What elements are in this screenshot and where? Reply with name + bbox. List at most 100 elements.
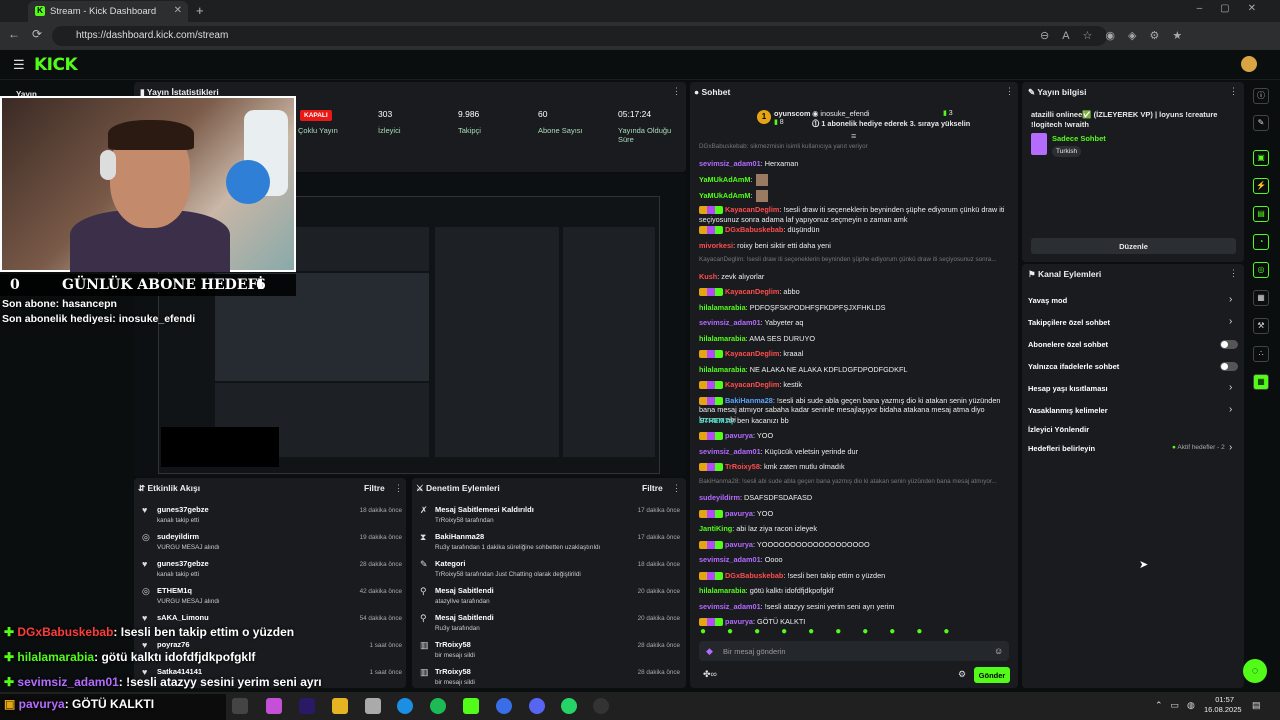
task-view-icon[interactable] [232, 698, 248, 714]
chat-message[interactable]: YaMUkAdAmM: [699, 174, 768, 186]
send-button[interactable]: Gönder [974, 667, 1010, 683]
chat-message[interactable]: DGxBabuskebab: sikmezmisin isimli kullan… [699, 143, 868, 150]
chat-message[interactable]: pavurya: GÖTÜ KALKTI [699, 617, 805, 627]
chat-username[interactable]: pavurya [725, 540, 753, 549]
category-name[interactable]: Sadece Sohbet [1052, 134, 1106, 143]
chat-message[interactable]: DGxBabuskebab: !sesli ben takip ettim o … [699, 571, 885, 580]
modlog-item[interactable]: Kategori TrRoixy58 tarafından Just Chatti… [435, 559, 605, 578]
chat-message[interactable]: ETHEM1q: ben kacanızı bb [699, 416, 789, 425]
edge-icon[interactable] [397, 698, 413, 714]
chat-message[interactable]: sudeyildirm: DSAFSDFSDAFASD [699, 493, 812, 502]
chat-username[interactable]: ETHEM1q [699, 416, 733, 425]
modlog-item[interactable]: BakiHanma28 Ru3y tarafından 1 dakika süre… [435, 532, 605, 551]
chat-username[interactable]: YaMUkAdAmM [699, 190, 751, 199]
chevron-right-icon[interactable]: › [1229, 442, 1232, 453]
activity-item[interactable]: ETHEM1q VURGU MESAJ alındı [157, 586, 220, 605]
expand-icon[interactable]: ≡ [851, 131, 856, 141]
bolt-icon[interactable]: ⚡ [1253, 178, 1269, 194]
chat-username[interactable]: BakiHanma28 [725, 396, 773, 405]
clipboard-icon[interactable]: ▤ [1253, 206, 1269, 222]
chat-username[interactable]: pavurya [725, 509, 753, 518]
chat-input[interactable]: Bir mesaj gönderin [699, 641, 1009, 661]
copilot-icon[interactable] [266, 698, 282, 714]
chat-username[interactable]: KayacanDeglim [725, 287, 779, 296]
chat-username[interactable]: sevimsiz_adam01 [699, 602, 761, 611]
chat-username[interactable]: KayacanDeglim [725, 380, 779, 389]
chat-message[interactable]: sevimsiz_adam01: Küçücük veletsin yerind… [699, 447, 858, 456]
activity-filter-button[interactable]: Filtre [364, 483, 385, 493]
stream-info-menu-icon[interactable]: ⋮ [1229, 86, 1238, 97]
stats-menu-icon[interactable]: ⋮ [672, 86, 681, 97]
obs-icon[interactable] [593, 698, 609, 714]
chat-username[interactable]: Kush [699, 272, 717, 281]
camera-icon[interactable]: ▣ [1253, 150, 1269, 166]
pencil-icon[interactable]: ✎ [1253, 115, 1269, 131]
chat-username[interactable]: sevimsiz_adam01 [699, 159, 761, 168]
chat-username[interactable]: sevimsiz_adam01 [699, 555, 761, 564]
channel-action-item[interactable]: Hedefleri belirleyin [1028, 444, 1095, 453]
chat-message[interactable]: hilalamarabia: PDFOŞFSKPODHFŞFKDPFŞJXFHK… [699, 303, 886, 312]
chevron-right-icon[interactable]: › [1229, 382, 1232, 393]
chat-username[interactable]: sudeyildirm [699, 493, 740, 502]
chat-message[interactable]: pavurya: YOO [699, 509, 773, 518]
broadcast-icon[interactable]: ◎ [1253, 262, 1269, 278]
grid-icon[interactable]: ▦ [1253, 374, 1269, 390]
browser-tab[interactable]: K Stream - Kick Dashboard ✕ [28, 1, 188, 22]
app-icon-2[interactable] [496, 698, 512, 714]
pinned-user[interactable]: oyunscom [774, 109, 811, 118]
discord-icon[interactable] [529, 698, 545, 714]
menu-icon[interactable]: ☰ [13, 57, 25, 73]
chat-username[interactable]: KayacanDeglim [725, 349, 779, 358]
chat-settings-icon[interactable]: ⚙ [958, 669, 966, 680]
chat-username[interactable]: hilalamarabia [699, 365, 746, 374]
chat-username[interactable]: sevimsiz_adam01 [699, 318, 761, 327]
modlog-item[interactable]: Mesaj Sabitlendi atazyllve tarafından [435, 586, 605, 605]
chat-username[interactable]: hilalamarabia [699, 334, 746, 343]
chat-username[interactable]: pavurya [725, 431, 753, 440]
app-icon[interactable] [365, 698, 381, 714]
new-tab-icon[interactable]: + [196, 3, 204, 18]
modlog-item[interactable]: Mesaj Sabitlendi Ru3y tarafından [435, 613, 605, 632]
spotify-icon[interactable] [430, 698, 446, 714]
activity-item[interactable]: sudeyildirm VURGU MESAJ alındı [157, 532, 220, 551]
premiere-icon[interactable] [299, 698, 315, 714]
chat-message[interactable]: hilalamarabia: AMA SES DURUYO [699, 334, 815, 343]
modlog-item[interactable]: TrRoixy58 bir mesajı sildi [435, 640, 605, 659]
avatar[interactable] [1241, 56, 1257, 72]
emote-picker-icon[interactable]: ◆ [706, 646, 713, 657]
chat-tools-icon[interactable]: ✤∞ [703, 669, 717, 680]
layout-icon[interactable]: ▦ [1253, 290, 1269, 306]
chat-username[interactable]: hilalamarabia [699, 303, 746, 312]
chat-message[interactable]: sevimsiz_adam01: Herxaman [699, 159, 798, 168]
nav-buttons[interactable]: ←⟳ [8, 27, 54, 41]
chat-menu-icon[interactable]: ⋮ [1005, 86, 1014, 97]
chat-message[interactable]: DGxBabuskebab: düşündün [699, 225, 820, 235]
support-chat-icon[interactable]: ◌ [1243, 659, 1267, 683]
chat-message[interactable]: KayacanDeglim: abbo [699, 287, 800, 297]
activity-menu-icon[interactable]: ⋮ [394, 483, 403, 494]
chat-message[interactable]: TrRoixy58: kmk zaten mutlu olmadık [699, 462, 845, 472]
channel-action-item[interactable]: Yavaş mod [1028, 296, 1067, 305]
chat-message[interactable]: KayacanDeglim: kestik [699, 380, 802, 390]
chat-username[interactable]: TrRoixy58 [725, 462, 760, 471]
modlog-item[interactable]: TrRoixy58 bir mesajı sildi [435, 667, 605, 686]
chat-message[interactable]: hilalamarabia: NE ALAKA NE ALAKA KDFLDGF… [699, 365, 907, 374]
whatsapp-icon[interactable] [561, 698, 577, 714]
chat-message[interactable]: hilalamarabia: götü kalktı idofdfjdkpofg… [699, 586, 834, 595]
modlog-item[interactable]: Mesaj Sabitlemesi Kaldırıldı TrRoixy58 ta… [435, 505, 605, 524]
chat-message[interactable]: sevimsiz_adam01: Oooo [699, 555, 783, 564]
emote-bar[interactable]: ●●●●●●●●●● [700, 626, 970, 637]
chat-username[interactable]: DGxBabuskebab [725, 225, 783, 234]
browser-toolbar-icons[interactable]: ⊖A☆◉◈⚙★ [1040, 29, 1195, 42]
chat-message[interactable]: sevimsiz_adam01: Yabyeter aq [699, 318, 803, 327]
chat-username[interactable]: KayacanDeglim [725, 205, 779, 214]
edit-button[interactable]: Düzenle [1031, 238, 1236, 254]
chat-message[interactable]: KayacanDeglim: !sesli draw iti seçenekle… [699, 256, 997, 263]
chat-username[interactable]: sevimsiz_adam01 [699, 447, 761, 456]
chat-message[interactable]: KayacanDeglim: kraaal [699, 349, 803, 359]
chat-message[interactable]: mivorkesi: roixy beni siktir etti daha y… [699, 241, 831, 250]
chat-username[interactable]: DGxBabuskebab [725, 571, 783, 580]
chat-username[interactable]: hilalamarabia [699, 586, 746, 595]
toggle-switch[interactable] [1220, 340, 1238, 349]
chat-message[interactable]: pavurya: YOOOOOOOOOOOOOOOOOOO [699, 540, 870, 549]
